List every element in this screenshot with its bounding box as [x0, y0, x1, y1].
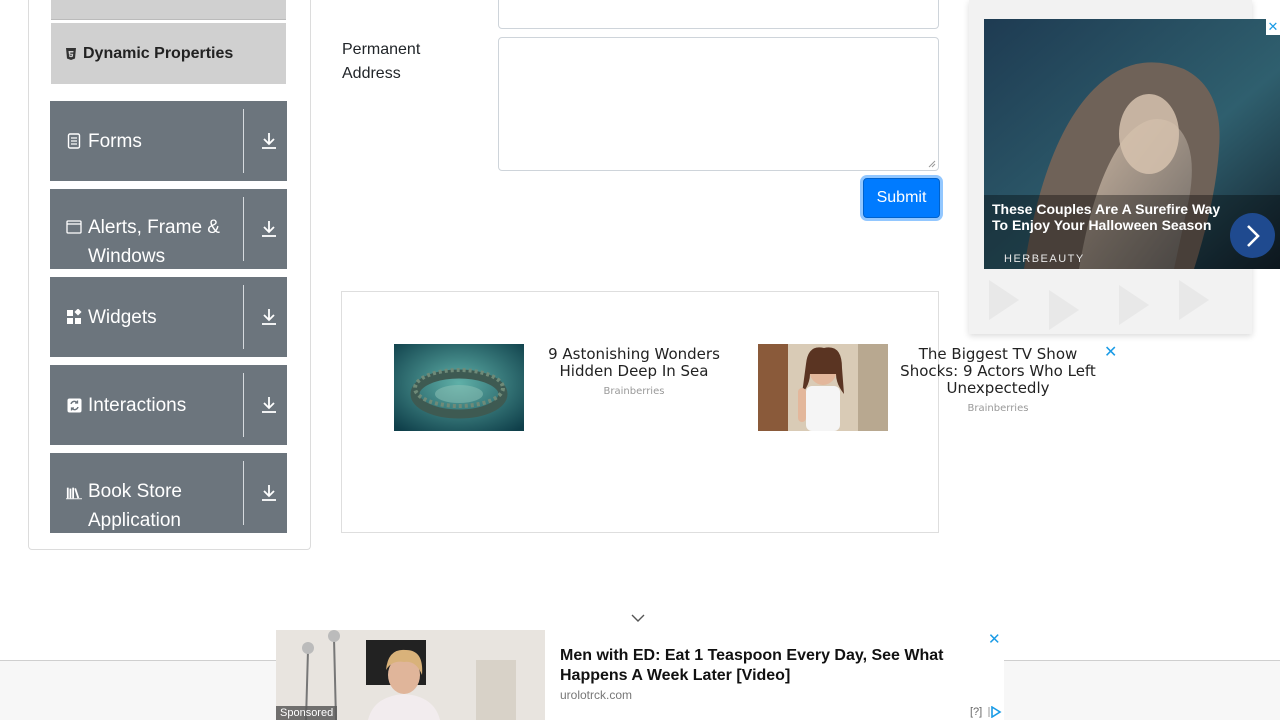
sidebar-group-title: Widgets: [88, 306, 157, 328]
native-ad-text: The Biggest TV Show Shocks: 9 Actors Who…: [890, 346, 1106, 415]
sidebar-group-title: Alerts, Frame & Windows: [88, 217, 220, 267]
books-icon: [66, 485, 82, 501]
sidebar-item-dynamic-properties[interactable]: Dynamic Properties: [51, 23, 286, 84]
document-icon: [66, 133, 82, 149]
submit-button[interactable]: Submit: [863, 178, 940, 218]
group-divider: [243, 461, 244, 525]
sidebar-group-title: Interactions: [88, 394, 187, 416]
download-arrow-icon[interactable]: [260, 277, 278, 357]
native-ad-close-icon[interactable]: ✕: [1104, 342, 1117, 361]
native-ad-source: Brainberries: [967, 403, 1029, 414]
sponsored-ad-source[interactable]: urolotrck.com: [560, 688, 632, 702]
group-divider: [243, 285, 244, 349]
native-ad-source: Brainberries: [603, 386, 665, 397]
sidebar-group-title: Forms: [88, 130, 142, 152]
native-ad-card[interactable]: 9 Astonishing Wonders Hidden Deep In Sea…: [394, 344, 720, 431]
widgets-icon: [66, 309, 82, 325]
permanent-address-label: Permanent Address: [342, 41, 421, 82]
right-ad-brand: HERBEAUTY: [1004, 253, 1085, 265]
sidebar-sub-item-previous[interactable]: [51, 0, 286, 20]
group-divider: [243, 109, 244, 173]
sponsored-ad-close-icon[interactable]: ✕: [988, 630, 1001, 648]
native-ad-text: 9 Astonishing Wonders Hidden Deep In Sea…: [534, 346, 734, 398]
permanent-address-textarea[interactable]: [498, 37, 939, 171]
sidebar-group-widgets[interactable]: Widgets: [50, 277, 287, 357]
page: Dynamic Properties Forms Alerts, Frame &…: [0, 0, 1280, 720]
sidebar-group-alerts-frame-windows[interactable]: Alerts, Frame & Windows: [50, 189, 287, 269]
download-arrow-icon[interactable]: [260, 189, 278, 269]
download-arrow-icon[interactable]: [260, 101, 278, 181]
window-icon: [66, 219, 82, 235]
sidebar-group-interactions[interactable]: Interactions: [50, 365, 287, 445]
sidebar-item-label: Dynamic Properties: [83, 44, 234, 62]
sponsored-ad-title[interactable]: Men with ED: Eat 1 Teaspoon Every Day, S…: [560, 646, 980, 686]
chevron-right-icon[interactable]: [1230, 213, 1275, 258]
ad-help-link[interactable]: [?]: [970, 706, 982, 718]
right-ad-caption[interactable]: These Couples Are A Surefire Way To Enjo…: [992, 201, 1224, 233]
chevron-down-icon[interactable]: [630, 612, 646, 624]
native-ad-title[interactable]: 9 Astonishing Wonders Hidden Deep In Sea: [534, 346, 734, 380]
resize-grip-icon[interactable]: [928, 160, 936, 168]
sidebar-group-forms[interactable]: Forms: [50, 101, 287, 181]
adchoices-icon[interactable]: [988, 706, 1002, 718]
current-address-textarea[interactable]: [498, 0, 939, 29]
native-ad-card[interactable]: The Biggest TV Show Shocks: 9 Actors Who…: [758, 344, 1096, 431]
html5-icon: [65, 47, 77, 60]
ad-thumbnail-sea-statues[interactable]: [394, 344, 524, 431]
download-arrow-icon[interactable]: [260, 365, 278, 445]
interactions-icon: [66, 397, 82, 413]
native-ad-title[interactable]: The Biggest TV Show Shocks: 9 Actors Who…: [890, 346, 1106, 397]
sidebar-group-book-store[interactable]: Book Store Application: [50, 453, 287, 533]
group-divider: [243, 373, 244, 437]
ad-thumbnail-actress[interactable]: [758, 344, 888, 431]
download-arrow-icon[interactable]: [260, 453, 278, 533]
sidebar-group-title: Book Store Application: [88, 481, 182, 531]
group-divider: [243, 197, 244, 261]
sponsored-tag: Sponsored: [276, 706, 338, 720]
sponsored-ad-banner[interactable]: Sponsored Men with ED: Eat 1 Teaspoon Ev…: [276, 630, 1004, 720]
right-ad-close-icon[interactable]: ✕: [1266, 19, 1280, 35]
